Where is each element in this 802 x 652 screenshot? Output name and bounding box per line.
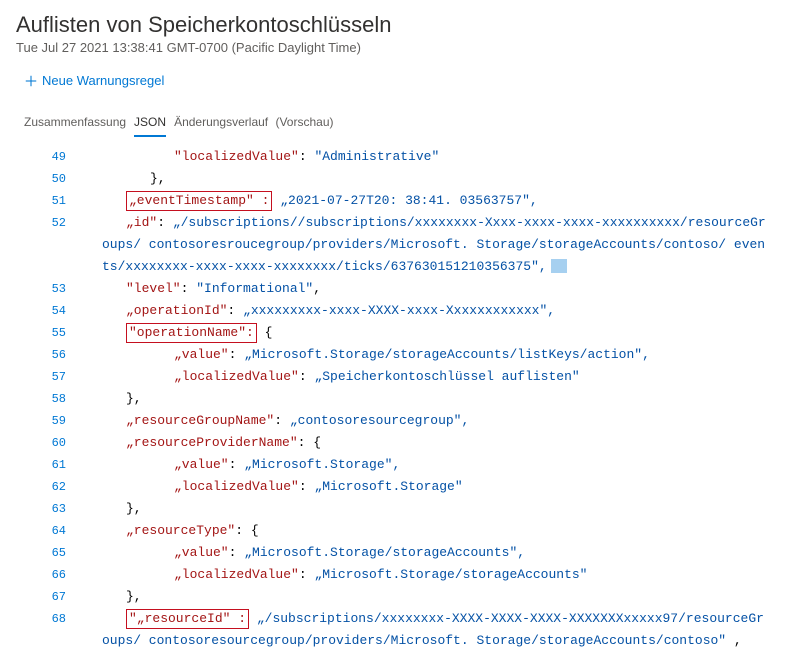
new-alert-rule-label: Neue Warnungsregel	[42, 73, 164, 88]
code-line: 63},	[44, 498, 770, 520]
highlighted-key: „eventTimestamp" :	[126, 191, 272, 211]
line-number: 56	[44, 344, 72, 366]
highlighted-key: "operationName":	[126, 323, 257, 343]
line-content: „resourceGroupName": „contosoresourcegro…	[72, 410, 770, 432]
line-number: 54	[44, 300, 72, 322]
code-line: 52„id": „/subscriptions//subscriptions/x…	[44, 212, 770, 278]
line-number: 55	[44, 322, 72, 344]
line-content: },	[72, 498, 770, 520]
line-number: 66	[44, 564, 72, 586]
line-content: "operationName": {	[72, 322, 770, 344]
code-line: 55"operationName": {	[44, 322, 770, 344]
line-content: „resourceType": {	[72, 520, 770, 542]
line-content: },	[72, 586, 770, 608]
line-content: „value": „Microsoft.Storage",	[72, 454, 770, 476]
page-title: Auflisten von Speicherkontoschlüsseln	[16, 12, 786, 38]
line-content: „operationId": „xxxxxxxxx-xxxx-XXXX-xxxx…	[72, 300, 770, 322]
code-line: 56„value": „Microsoft.Storage/storageAcc…	[44, 344, 770, 366]
line-content: „localizedValue": „Microsoft.Storage"	[72, 476, 770, 498]
page-timestamp: Tue Jul 27 2021 13:38:41 GMT-0700 (Pacif…	[16, 40, 786, 55]
line-content: },	[72, 168, 770, 190]
line-number: 61	[44, 454, 72, 476]
code-line: 60„resourceProviderName": {	[44, 432, 770, 454]
tabs: Zusammenfassung JSON Änderungsverlauf (V…	[24, 111, 786, 136]
code-line: 68"„resourceId" : „/subscriptions/xxxxxx…	[44, 608, 770, 652]
code-line: 65„value": „Microsoft.Storage/storageAcc…	[44, 542, 770, 564]
json-code-viewer[interactable]: 49"localizedValue": "Administrative"50},…	[44, 146, 770, 652]
code-line: 64„resourceType": {	[44, 520, 770, 542]
code-line: 54„operationId": „xxxxxxxxx-xxxx-XXXX-xx…	[44, 300, 770, 322]
line-number: 68	[44, 608, 72, 630]
code-line: 49"localizedValue": "Administrative"	[44, 146, 770, 168]
code-line: 53"level": "Informational",	[44, 278, 770, 300]
toolbar: Neue Warnungsregel	[24, 73, 786, 93]
line-number: 59	[44, 410, 72, 432]
line-number: 64	[44, 520, 72, 542]
code-line: 66„localizedValue": „Microsoft.Storage/s…	[44, 564, 770, 586]
code-line: 62„localizedValue": „Microsoft.Storage"	[44, 476, 770, 498]
line-content: „localizedValue": „Microsoft.Storage/sto…	[72, 564, 770, 586]
line-content: "level": "Informational",	[72, 278, 770, 300]
code-line: 61„value": „Microsoft.Storage",	[44, 454, 770, 476]
line-number: 50	[44, 168, 72, 190]
code-line: 50},	[44, 168, 770, 190]
line-number: 65	[44, 542, 72, 564]
tab-json[interactable]: JSON	[134, 111, 166, 137]
line-number: 63	[44, 498, 72, 520]
code-line: 59„resourceGroupName": „contosoresourceg…	[44, 410, 770, 432]
new-alert-rule-button[interactable]: Neue Warnungsregel	[24, 73, 164, 88]
code-line: 51„eventTimestamp" : „2021-07-27T20: 38:…	[44, 190, 770, 212]
code-line: 67},	[44, 586, 770, 608]
line-content: „eventTimestamp" : „2021-07-27T20: 38:41…	[72, 190, 770, 212]
line-content: „localizedValue": „Speicherkontoschlüsse…	[72, 366, 770, 388]
line-number: 62	[44, 476, 72, 498]
line-number: 51	[44, 190, 72, 212]
line-content: „id": „/subscriptions//subscriptions/xxx…	[72, 212, 770, 278]
line-number: 53	[44, 278, 72, 300]
plus-icon	[24, 74, 38, 88]
tab-summary[interactable]: Zusammenfassung	[24, 111, 126, 136]
line-content: „resourceProviderName": {	[72, 432, 770, 454]
code-line: 58},	[44, 388, 770, 410]
selection-caret	[551, 259, 567, 273]
line-number: 49	[44, 146, 72, 168]
line-content: „value": „Microsoft.Storage/storageAccou…	[72, 542, 770, 564]
line-content: "localizedValue": "Administrative"	[72, 146, 770, 168]
line-number: 57	[44, 366, 72, 388]
highlighted-key: "„resourceId" :	[126, 609, 249, 629]
code-line: 57„localizedValue": „Speicherkontoschlüs…	[44, 366, 770, 388]
line-content: "„resourceId" : „/subscriptions/xxxxxxxx…	[72, 608, 770, 652]
line-content: },	[72, 388, 770, 410]
tab-changes[interactable]: Änderungsverlauf (Vorschau)	[174, 111, 333, 136]
line-number: 67	[44, 586, 72, 608]
line-number: 60	[44, 432, 72, 454]
line-number: 52	[44, 212, 72, 234]
line-number: 58	[44, 388, 72, 410]
line-content: „value": „Microsoft.Storage/storageAccou…	[72, 344, 770, 366]
